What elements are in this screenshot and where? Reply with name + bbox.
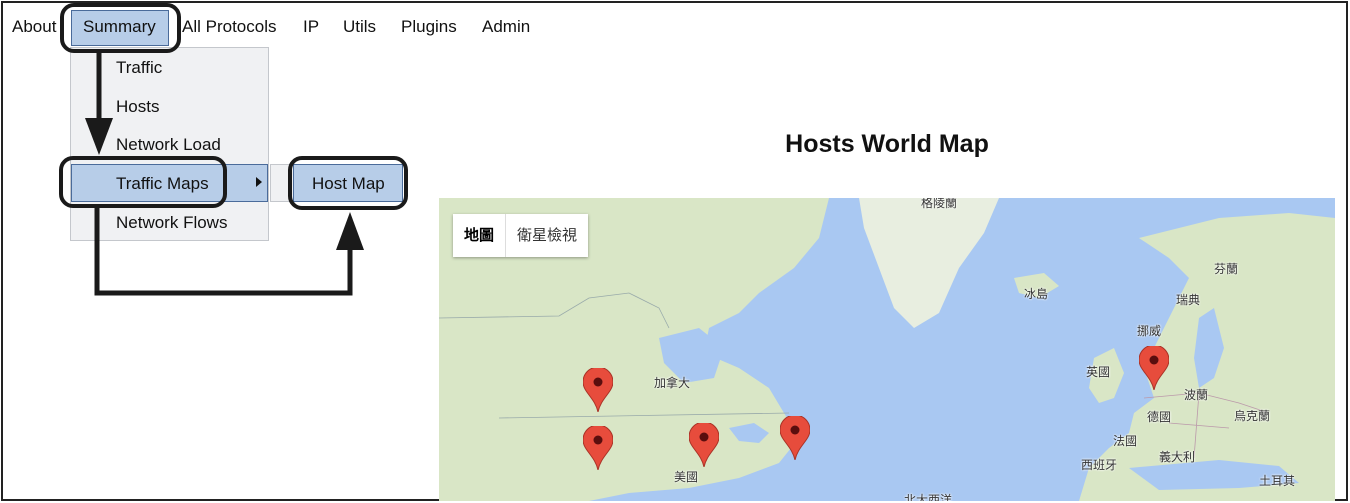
map-label-iceland: 冰島 (1024, 287, 1049, 301)
map-label-finland: 芬蘭 (1214, 262, 1239, 276)
arrow-down-icon (85, 118, 113, 155)
map-label-ukraine: 烏克蘭 (1234, 409, 1271, 423)
map-marker-icon[interactable] (583, 368, 613, 412)
map-marker-icon[interactable] (689, 423, 719, 467)
map-label-poland: 波蘭 (1184, 388, 1209, 402)
world-map[interactable]: 地圖 衛星檢視 格陵蘭 冰島 芬蘭 瑞典 挪威 加拿大 英國 波蘭 德國 烏克蘭… (439, 198, 1335, 501)
map-label-greenland: 格陵蘭 (921, 198, 958, 210)
instruction-arrows (85, 53, 364, 296)
map-label-spain: 西班牙 (1081, 458, 1118, 472)
map-label-germany: 德國 (1147, 410, 1172, 424)
arrow-up-icon (336, 212, 364, 250)
map-marker-icon[interactable] (780, 416, 810, 460)
map-label-france: 法國 (1113, 434, 1138, 448)
map-label-norway: 挪威 (1137, 324, 1162, 338)
map-label-turkey: 土耳其 (1259, 474, 1296, 488)
map-marker-icon[interactable] (1139, 346, 1169, 390)
page-title: Hosts World Map (785, 130, 989, 158)
map-type-satellite-button[interactable]: 衛星檢視 (506, 214, 588, 257)
map-label-canada: 加拿大 (654, 376, 691, 390)
map-label-italy: 義大利 (1159, 450, 1196, 464)
map-label-north-atlantic: 北大西洋 (904, 493, 953, 501)
map-marker-icon[interactable] (583, 426, 613, 470)
map-type-map-button[interactable]: 地圖 (453, 214, 507, 257)
map-label-sweden: 瑞典 (1176, 293, 1201, 307)
map-label-usa: 美國 (674, 470, 699, 484)
nav-admin[interactable]: Admin (482, 16, 530, 38)
map-type-toggle: 地圖 衛星檢視 (453, 214, 589, 257)
map-label-uk: 英國 (1086, 365, 1111, 379)
